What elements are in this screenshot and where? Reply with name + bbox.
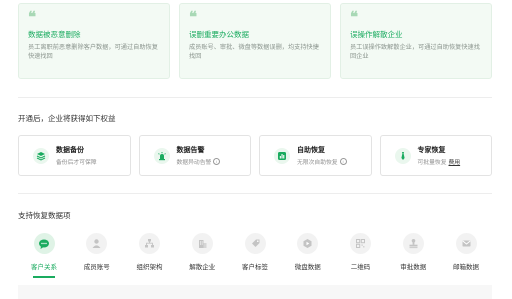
benefit-card-alarm[interactable]: 数据告警 数据异动告警 i — [138, 135, 251, 176]
building-icon — [191, 233, 213, 254]
benefit-cards: 数据备份 备份后才可保障 数据告警 数据异动告警 i 自助恢复 无限次自助恢复 i … — [18, 135, 492, 176]
tab-customer-relations[interactable]: 客户关系 — [22, 233, 66, 278]
mail-icon — [455, 233, 477, 254]
stamp-icon — [402, 233, 424, 254]
scenario-card: ❝ 误删重要办公数据 成员账号、审批、微盘等数据误删，均支持快捷找回 — [179, 3, 331, 79]
tab-label: 微盘数据 — [294, 264, 321, 271]
expert-tie-icon — [394, 147, 411, 164]
scenario-card: ❝ 误操作解散企业 员工误操作致解散企业，可通过自助恢复快速找回企业 — [340, 3, 492, 79]
benefit-card-backup[interactable]: 数据备份 备份后才可保障 — [18, 135, 131, 176]
tab-label: 解散企业 — [189, 264, 216, 271]
benefit-desc: 可批量恢复 — [417, 160, 447, 166]
scenario-title: 误操作解散企业 — [350, 30, 403, 39]
benefit-desc: 备份后才可保障 — [56, 160, 97, 166]
benefit-title: 数据告警 — [176, 147, 205, 154]
tab-dissolve-enterprise[interactable]: 解散企业 — [180, 233, 224, 278]
tab-label: 客户关系 — [31, 264, 57, 271]
quote-mark-icon: ❝ — [350, 10, 358, 26]
tab-label: 审批数据 — [400, 264, 427, 271]
benefit-title: 自助恢复 — [297, 147, 325, 154]
quote-mark-icon: ❝ — [28, 10, 36, 26]
tab-org-structure[interactable]: 组织架构 — [128, 233, 172, 278]
tab-label: 成员账号 — [83, 264, 110, 271]
benefit-title: 专家恢复 — [417, 147, 446, 154]
info-icon[interactable]: i — [213, 158, 221, 165]
database-icon — [33, 147, 49, 164]
quote-mark-icon: ❝ — [189, 10, 197, 26]
divider — [18, 193, 492, 194]
tab-label: 邮箱数据 — [453, 264, 479, 271]
scenario-card: ❝ 数据被恶意删除 员工离职前恶意删除客户数据，可通过自助恢复快速找回 — [18, 3, 170, 79]
scenario-desc: 员工误操作致解散企业，可通过自助恢复快速找回企业 — [350, 44, 480, 60]
org-chart-icon — [139, 233, 160, 254]
fee-link[interactable]: 费用 — [449, 157, 461, 166]
qr-code-icon — [350, 233, 371, 254]
scenario-desc: 成员账号、审批、微盘等数据误删，均支持快捷找回 — [189, 44, 319, 60]
scenario-desc: 员工离职前恶意删除客户数据，可通过自助恢复快速找回 — [28, 44, 158, 60]
benefits-heading: 开通后，企业将获得如下权益 — [18, 114, 116, 123]
benefit-desc: 无限次自助恢复 — [297, 160, 338, 166]
chat-icon — [33, 233, 55, 254]
tab-label: 客户标签 — [242, 264, 268, 271]
divider — [18, 97, 492, 98]
tab-customer-tags[interactable]: 客户标签 — [233, 233, 277, 278]
scenario-cards: ❝ 数据被恶意删除 员工离职前恶意删除客户数据，可通过自助恢复快速找回 ❝ 误删… — [18, 3, 492, 79]
tab-label: 二维码 — [350, 264, 371, 271]
recovery-detail-panel — [18, 285, 492, 299]
alarm-icon — [153, 147, 170, 164]
tab-member-accounts[interactable]: 成员账号 — [75, 233, 119, 278]
tab-qr-code[interactable]: 二维码 — [339, 233, 383, 278]
scenario-title: 数据被恶意删除 — [28, 30, 81, 39]
benefit-desc: 数据异动告警 — [176, 160, 212, 166]
benefit-card-self-restore[interactable]: 自助恢复 无限次自助恢复 i — [259, 135, 372, 176]
tab-drive-data[interactable]: 微盘数据 — [286, 233, 330, 278]
tab-label: 组织架构 — [136, 264, 163, 271]
tab-mail-data[interactable]: 邮箱数据 — [444, 233, 488, 278]
recovery-type-tabs: 客户关系 成员账号 组织架构 解散企业 客户标签 微盘数据 二维码 审批数据 邮… — [18, 233, 492, 278]
scenario-title: 误删重要办公数据 — [189, 30, 249, 39]
cloud-drive-icon — [297, 233, 319, 254]
tag-icon — [244, 233, 266, 254]
person-icon — [86, 233, 108, 254]
benefit-title: 数据备份 — [56, 147, 84, 154]
tab-approval-data[interactable]: 审批数据 — [391, 233, 435, 278]
recovery-heading: 支持恢复数据项 — [18, 211, 71, 220]
info-icon[interactable]: i — [339, 158, 347, 165]
restore-chart-icon — [274, 147, 290, 164]
benefit-card-expert[interactable]: 专家恢复 可批量恢复 费用 — [379, 135, 492, 176]
active-tab-indicator — [33, 276, 55, 278]
